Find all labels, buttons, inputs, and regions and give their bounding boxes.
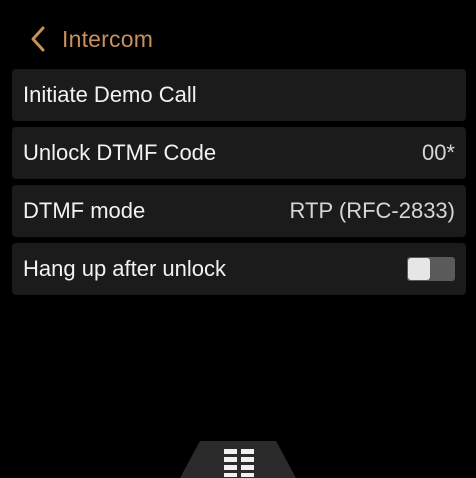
grid-menu-icon[interactable] [224,449,254,477]
page-title: Intercom [62,26,154,52]
dtmf-mode-item[interactable]: DTMF mode RTP (RFC-2833) [12,185,466,237]
unlock-dtmf-code-item[interactable]: Unlock DTMF Code 00* [12,127,466,179]
initiate-demo-call-label: Initiate Demo Call [23,82,197,107]
unlock-dtmf-code-value: 00* [421,140,455,165]
settings-list: Initiate Demo Call Unlock DTMF Code 00* … [12,69,466,301]
dtmf-mode-label: DTMF mode [23,198,146,223]
hang-up-after-unlock-item[interactable]: Hang up after unlock [12,243,466,295]
back-header[interactable]: Intercom [0,0,476,76]
unlock-dtmf-code-label: Unlock DTMF Code [23,140,217,165]
chevron-left-icon[interactable] [26,24,52,54]
hang-up-toggle[interactable] [407,257,455,281]
dtmf-mode-value: RTP (RFC-2833) [289,198,455,223]
hang-up-after-unlock-label: Hang up after unlock [23,256,227,281]
initiate-demo-call-item[interactable]: Initiate Demo Call [12,69,466,121]
toggle-knob [408,258,430,280]
